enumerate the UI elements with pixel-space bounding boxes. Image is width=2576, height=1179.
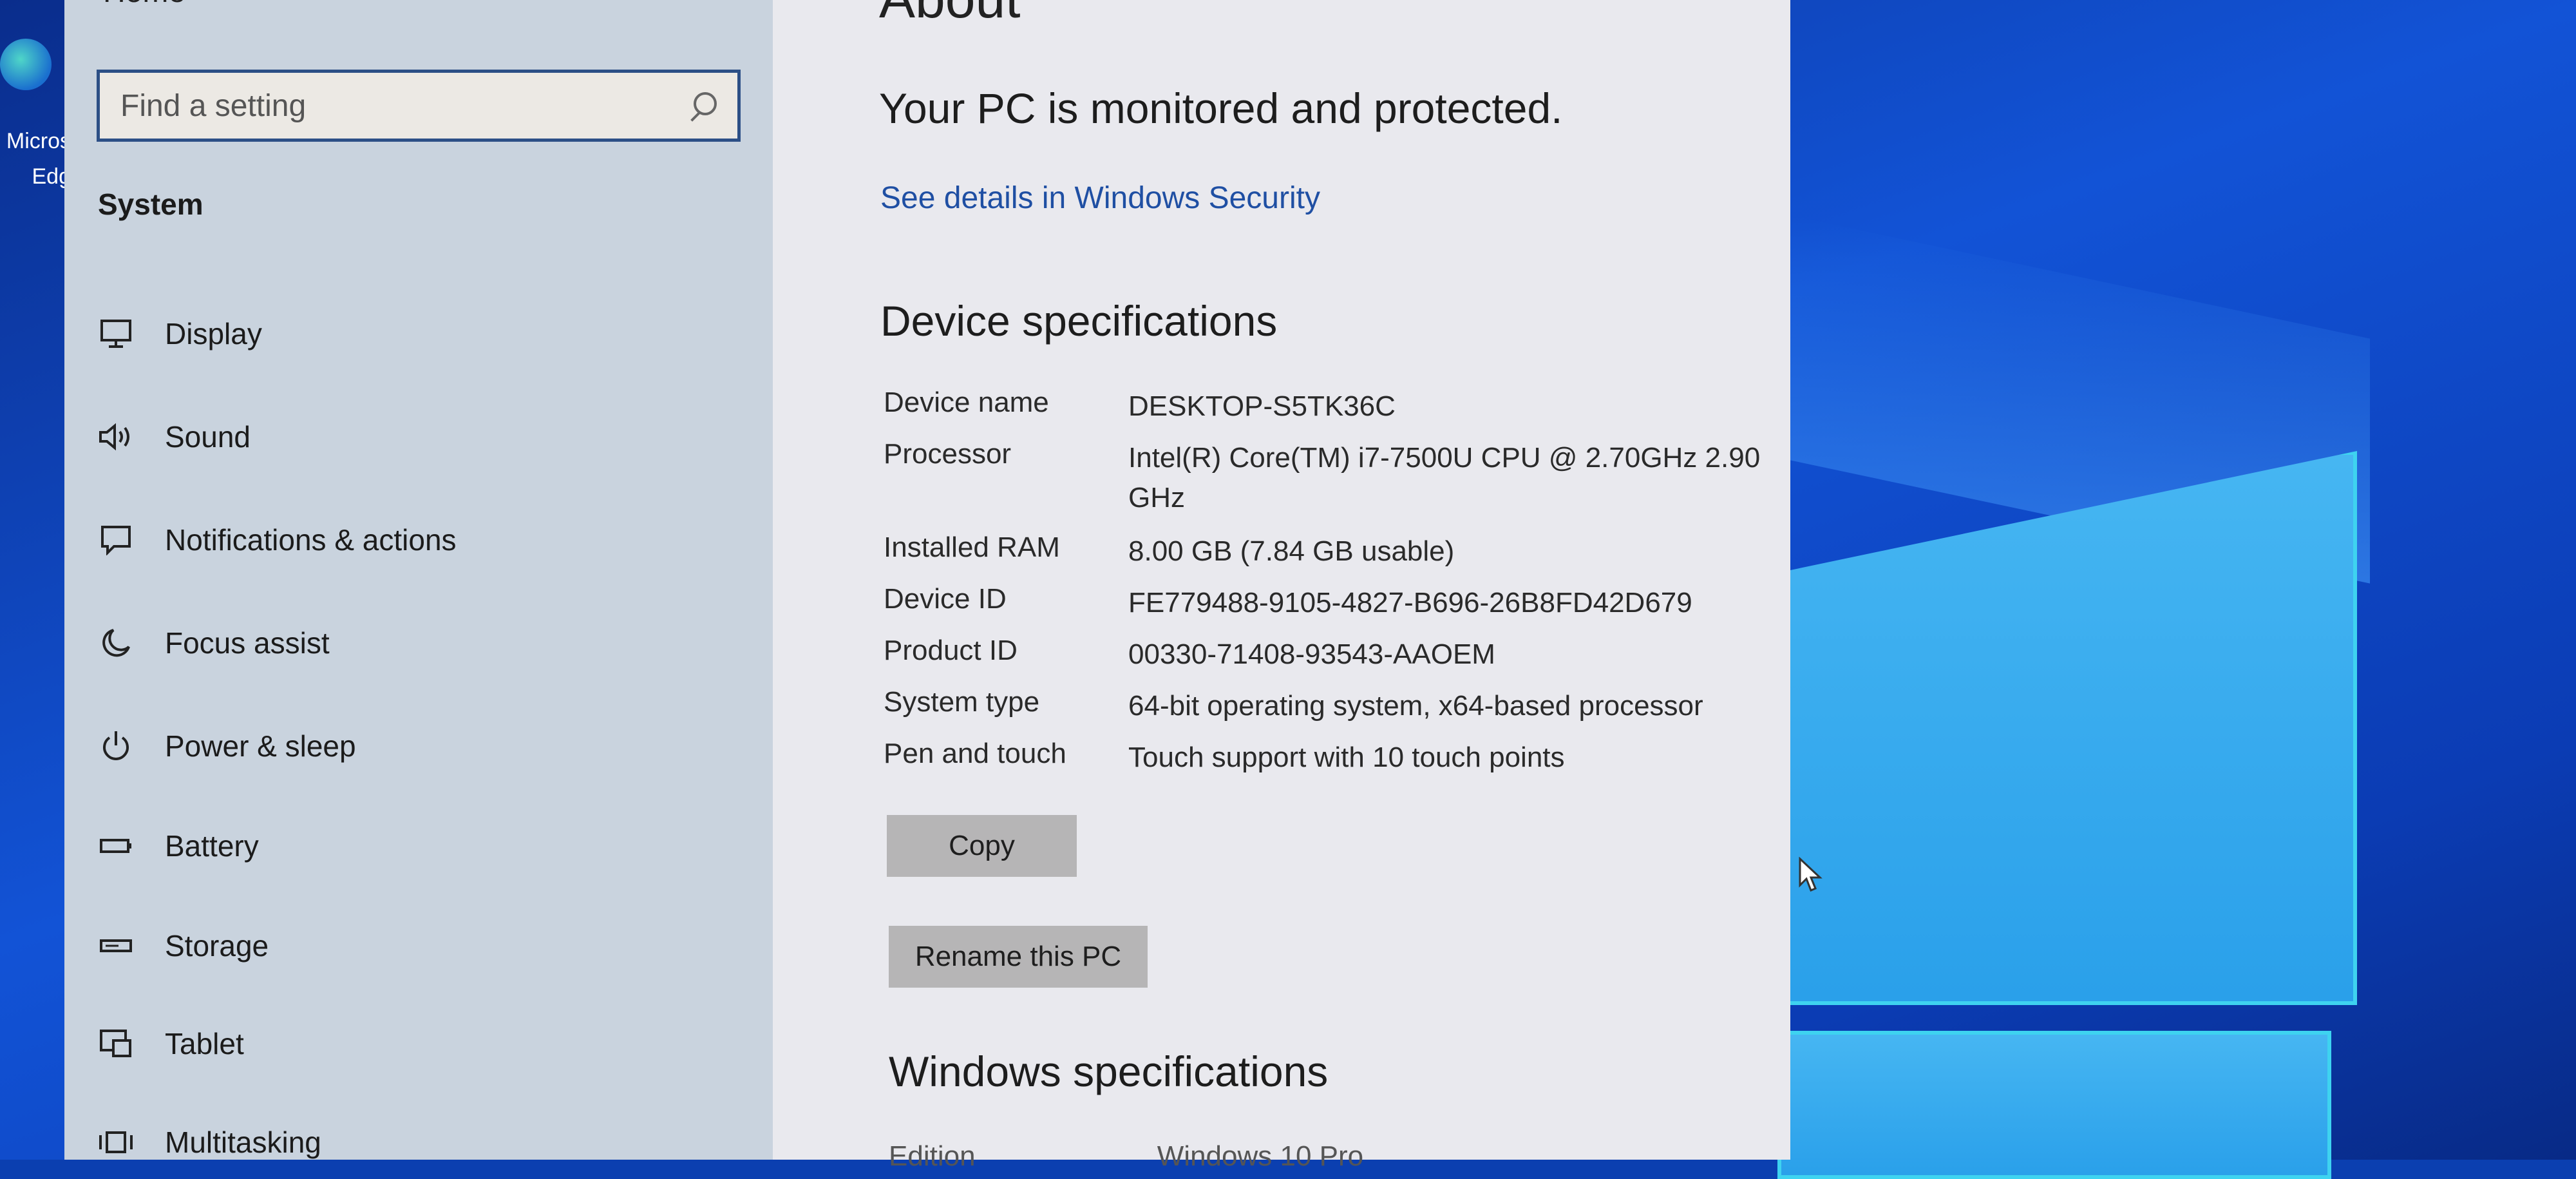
device-specifications-table: Device name DESKTOP-S5TK36C Processor In…	[884, 387, 1785, 789]
search-input[interactable]	[119, 87, 688, 124]
spec-row-partial: Edition Windows 10 Pro	[889, 1140, 1363, 1173]
desktop-shortcut-edge[interactable]: Micros Edg	[0, 0, 71, 1160]
spec-value: FE779488-9105-4827-B696-26B8FD42D679	[1128, 587, 1692, 618]
security-status: Your PC is monitored and protected.	[879, 84, 1563, 132]
settings-sidebar: Home System Display Sound Notifications …	[64, 0, 773, 1160]
notification-icon	[97, 521, 135, 559]
spec-label: Pen and touch	[884, 738, 1066, 769]
desktop-shortcut-label: Micros	[6, 129, 71, 153]
spec-label: Edition	[889, 1140, 976, 1172]
spec-row: Product ID 00330-71408-93543-AAOEM	[884, 635, 1785, 686]
copy-button[interactable]: Copy	[887, 815, 1077, 877]
sidebar-home-link[interactable]: Home	[103, 0, 185, 10]
settings-window: Home System Display Sound Notifications …	[64, 0, 1823, 1172]
sidebar-item-power-sleep[interactable]: Power & sleep	[97, 711, 741, 781]
sidebar-item-label: Tablet	[165, 1027, 244, 1060]
sidebar-item-label: Power & sleep	[165, 729, 356, 763]
tablet-icon	[97, 1024, 135, 1063]
edge-browser-icon[interactable]	[0, 39, 52, 90]
spec-label: Installed RAM	[884, 532, 1060, 563]
spec-row: Device ID FE779488-9105-4827-B696-26B8FD…	[884, 583, 1785, 635]
sidebar-item-focus-assist[interactable]: Focus assist	[97, 608, 741, 678]
spec-row: Processor Intel(R) Core(TM) i7-7500U CPU…	[884, 438, 1785, 532]
windows-logo-pane-top	[1777, 451, 2357, 1005]
section-title: System	[98, 187, 204, 221]
moon-icon	[97, 624, 135, 662]
windows-specifications-heading: Windows specifications	[889, 1048, 1329, 1095]
spec-value: 8.00 GB (7.84 GB usable)	[1128, 535, 1455, 567]
windows-logo-pane-bottom	[1777, 1031, 2331, 1179]
sidebar-item-notifications[interactable]: Notifications & actions	[97, 504, 741, 575]
sidebar-item-label: Storage	[165, 929, 269, 963]
speaker-icon	[97, 417, 135, 456]
sidebar-item-tablet[interactable]: Tablet	[97, 1008, 741, 1079]
spec-value: Windows 10 Pro	[1157, 1140, 1364, 1172]
windows-security-link[interactable]: See details in Windows Security	[880, 180, 1320, 216]
monitor-icon	[97, 314, 135, 353]
page-title: About	[879, 0, 1021, 30]
sidebar-item-battery[interactable]: Battery	[97, 810, 741, 881]
spec-label: Processor	[884, 438, 1012, 470]
spec-label: Device ID	[884, 583, 1007, 615]
device-specifications-heading: Device specifications	[880, 297, 1278, 345]
spec-value: DESKTOP-S5TK36C	[1128, 390, 1396, 422]
battery-icon	[97, 827, 135, 865]
sidebar-item-sound[interactable]: Sound	[97, 401, 741, 472]
storage-icon	[97, 926, 135, 965]
sidebar-item-label: Display	[165, 317, 262, 350]
sidebar-item-storage[interactable]: Storage	[97, 910, 741, 981]
sidebar-item-multitasking[interactable]: Multitasking	[97, 1107, 741, 1178]
desktop-shortcut-label: Edg	[32, 164, 71, 189]
spec-value: 64-bit operating system, x64-based proce…	[1128, 690, 1703, 722]
search-icon[interactable]	[688, 91, 718, 120]
sidebar-item-label: Focus assist	[165, 626, 330, 660]
sidebar-item-label: Battery	[165, 829, 259, 863]
sidebar-item-label: Notifications & actions	[165, 523, 457, 557]
spec-label: Device name	[884, 387, 1049, 418]
multitasking-icon	[97, 1123, 135, 1162]
spec-value: 00330-71408-93543-AAOEM	[1128, 638, 1495, 670]
spec-label: System type	[884, 686, 1040, 718]
spec-label: Product ID	[884, 635, 1018, 666]
spec-value: Touch support with 10 touch points	[1128, 742, 1565, 773]
power-icon	[97, 727, 135, 765]
spec-row: Device name DESKTOP-S5TK36C	[884, 387, 1785, 438]
spec-row: Installed RAM 8.00 GB (7.84 GB usable)	[884, 532, 1785, 583]
search-box[interactable]	[97, 70, 741, 142]
mouse-cursor-icon	[1799, 857, 1823, 892]
sidebar-item-label: Sound	[165, 420, 251, 454]
sidebar-item-display[interactable]: Display	[97, 298, 741, 369]
spec-row: System type 64-bit operating system, x64…	[884, 686, 1785, 738]
rename-pc-button[interactable]: Rename this PC	[889, 926, 1148, 988]
about-page: About Your PC is monitored and protected…	[773, 0, 1823, 1172]
spec-value: Intel(R) Core(TM) i7-7500U CPU @ 2.70GHz…	[1128, 442, 1761, 513]
spec-row: Pen and touch Touch support with 10 touc…	[884, 738, 1785, 789]
sidebar-item-label: Multitasking	[165, 1126, 321, 1159]
